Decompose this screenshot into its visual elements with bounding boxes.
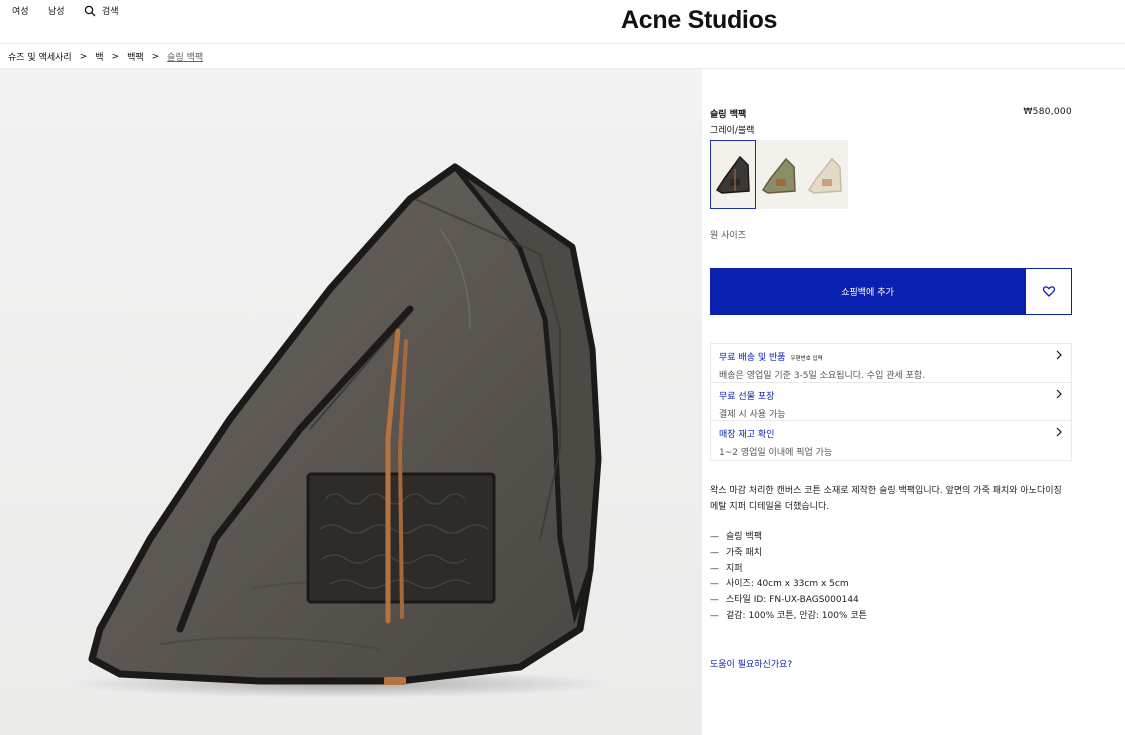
breadcrumb: 슈즈 및 액세사리 > 백 > 백팩 > 슬링 백팩	[8, 50, 203, 64]
chevron-right-icon	[1056, 350, 1062, 360]
accordion-title-text: 매장 재고 확인	[719, 430, 775, 440]
accordion-title-text: 무료 배송 및 반품	[719, 353, 786, 363]
accordion-title: 무료 배송 및 반품 우편번호 입력	[719, 350, 1063, 363]
wishlist-button[interactable]	[1025, 268, 1072, 315]
product-description: 왁스 마감 처리한 캔버스 코튼 소재로 제작한 슬링 백팩입니다. 앞면의 가…	[710, 486, 1062, 512]
feature-dash: —	[710, 595, 719, 606]
accordion-title-text: 무료 선물 포장	[719, 391, 775, 402]
feature-item: — 겉감: 100% 코튼, 안감: 100% 코튼	[710, 609, 867, 625]
breadcrumb-item-backpacks[interactable]: 백팩	[127, 50, 144, 63]
breadcrumb-item-current[interactable]: 슬링 백팩	[167, 50, 203, 63]
swatch-gray-black[interactable]	[710, 140, 756, 209]
accordion-subtitle: 배송은 영업일 기준 3-5일 소요됩니다. 수입 관세 포함.	[719, 371, 926, 381]
size-label: 원 사이즈	[710, 231, 746, 241]
feature-text: 가죽 패치	[726, 547, 762, 558]
accordion-gift-wrap[interactable]: 무료 선물 포장 결제 시 사용 가능	[711, 383, 1071, 421]
breadcrumb-item-bags[interactable]: 백	[95, 50, 103, 63]
top-navigation: 여성 남성 검색 Acne Studios	[0, 0, 1125, 44]
accordion-subtitle: 1~2 영업일 이내에 픽업 가능	[719, 448, 833, 458]
breadcrumb-separator: >	[151, 51, 160, 62]
breadcrumb-item-shoes-accessories[interactable]: 슈즈 및 액세사리	[8, 50, 72, 63]
swatch-bag-thumbnail	[807, 157, 842, 194]
product-color-name: 그레이/블랙	[710, 126, 755, 136]
feature-text: 겉감: 100% 코튼, 안감: 100% 코튼	[726, 610, 867, 621]
swatch-green-brown[interactable]	[756, 140, 802, 209]
feature-dash: —	[710, 579, 719, 590]
color-swatches	[710, 140, 848, 209]
feature-dash: —	[710, 563, 719, 574]
brand-logo[interactable]: Acne Studios	[621, 6, 777, 35]
feature-dash: —	[710, 532, 719, 542]
accordion-title: 무료 선물 포장	[719, 389, 1063, 402]
product-name: 슬링 백팩	[710, 110, 747, 120]
help-link[interactable]: 도움이 필요하신가요?	[710, 657, 792, 670]
accordion-subtitle: 결제 시 사용 가능	[719, 409, 786, 420]
feature-item: — 슬링 백팩	[710, 530, 867, 546]
accordion-free-shipping[interactable]: 무료 배송 및 반품 우편번호 입력 배송은 영업일 기준 3-5일 소요됩니다…	[711, 344, 1071, 383]
heart-icon	[1042, 286, 1055, 297]
feature-text: 사이즈: 40cm x 33cm x 5cm	[726, 579, 849, 590]
feature-item: — 지퍼	[710, 562, 867, 578]
sling-backpack-illustration	[70, 163, 610, 698]
feature-dash: —	[710, 547, 719, 558]
product-image[interactable]	[0, 69, 702, 735]
feature-text: 슬링 백팩	[726, 532, 762, 542]
swatch-beige[interactable]	[802, 140, 848, 209]
product-features: — 슬링 백팩 — 가죽 패치 — 지퍼 — 사이즈: 40cm x 33cm x 5c…	[710, 530, 867, 625]
service-accordion: 무료 배송 및 반품 우편번호 입력 배송은 영업일 기준 3-5일 소요됩니다…	[710, 343, 1072, 461]
feature-text: 지퍼	[726, 563, 743, 574]
accordion-store-stock[interactable]: 매장 재고 확인 1~2 영업일 이내에 픽업 가능	[711, 421, 1071, 460]
feature-dash: —	[710, 610, 719, 621]
breadcrumb-separator: >	[111, 51, 120, 62]
feature-item: — 가죽 패치	[710, 546, 867, 562]
postcode-link[interactable]: 우편번호 입력	[791, 354, 823, 362]
add-to-bag-button[interactable]: 쇼핑백에 추가	[710, 268, 1025, 315]
feature-item: — 스타일 ID: FN-UX-BAGS000144	[710, 593, 867, 609]
feature-item: — 사이즈: 40cm x 33cm x 5cm	[710, 577, 867, 593]
search-icon	[84, 5, 96, 16]
nav-search-label: 검색	[102, 7, 119, 17]
breadcrumb-separator: >	[79, 51, 88, 62]
product-price: ₩580,000	[1023, 107, 1072, 117]
swatch-bag-thumbnail	[715, 155, 750, 194]
nav-women-link[interactable]: 여성	[12, 4, 29, 17]
swatch-bag-thumbnail	[761, 157, 796, 194]
accordion-title: 매장 재고 확인	[719, 427, 1063, 440]
chevron-right-icon	[1056, 427, 1062, 437]
feature-text: 스타일 ID: FN-UX-BAGS000144	[726, 595, 859, 606]
nav-men-link[interactable]: 남성	[48, 4, 65, 17]
nav-search-button[interactable]: 검색	[84, 4, 119, 17]
chevron-right-icon	[1056, 389, 1062, 398]
